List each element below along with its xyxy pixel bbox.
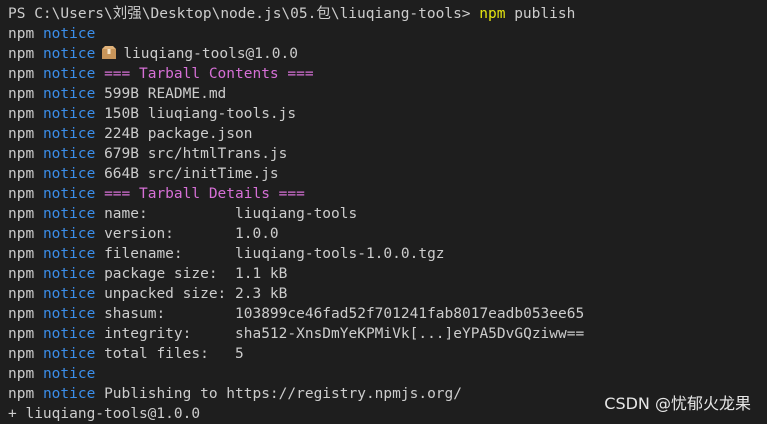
npm-notice-line: npm notice total files: 5 — [8, 344, 767, 364]
npm-notice-line: npm notice filename: liuqiang-tools-1.0.… — [8, 244, 767, 264]
npm-notice-line: npm notice package size: 1.1 kB — [8, 264, 767, 284]
notice-label: notice — [42, 146, 96, 162]
prompt-path: PS C:\Users\刘强\Desktop\node.js\05.包\liuq… — [8, 6, 471, 22]
command-args: publish — [514, 6, 576, 22]
npm-notice-line: npm notice liuqiang-tools@1.0.0 — [8, 44, 767, 64]
notice-label: notice — [42, 286, 96, 302]
npm-label: npm — [8, 166, 35, 182]
npm-notice-line: npm notice — [8, 24, 767, 44]
notice-label: notice — [42, 386, 96, 402]
notice-label: notice — [42, 226, 96, 242]
npm-notice-line: npm notice integrity: sha512-XnsDmYeKPMi… — [8, 324, 767, 344]
npm-label: npm — [8, 46, 35, 62]
notice-label: notice — [42, 326, 96, 342]
npm-label: npm — [8, 106, 35, 122]
npm-label: npm — [8, 346, 35, 362]
npm-label: npm — [8, 66, 35, 82]
npm-notice-line: npm notice === Tarball Details === — [8, 184, 767, 204]
npm-label: npm — [8, 266, 35, 282]
notice-text: 150B liuqiang-tools.js — [104, 106, 297, 122]
terminal-output[interactable]: PS C:\Users\刘强\Desktop\node.js\05.包\liuq… — [8, 4, 767, 424]
notice-text: Publishing to https://registry.npmjs.org… — [104, 386, 462, 402]
notice-text: 679B src/htmlTrans.js — [104, 146, 288, 162]
npm-log: npm notice npm notice liuqiang-tools@1.0.… — [8, 24, 767, 404]
package-icon — [101, 46, 117, 60]
prompt-line: PS C:\Users\刘强\Desktop\node.js\05.包\liuq… — [8, 4, 767, 24]
notice-label: notice — [42, 306, 96, 322]
section-heading: === Tarball Contents === — [104, 66, 314, 82]
npm-notice-line: npm notice 679B src/htmlTrans.js — [8, 144, 767, 164]
npm-label: npm — [8, 226, 35, 242]
notice-label: notice — [42, 186, 96, 202]
npm-notice-line: npm notice shasum: 103899ce46fad52f70124… — [8, 304, 767, 324]
notice-label: notice — [42, 346, 96, 362]
notice-label: notice — [42, 66, 96, 82]
command-name: npm — [479, 6, 506, 22]
notice-text: 599B README.md — [104, 86, 227, 102]
notice-label: notice — [42, 86, 96, 102]
npm-notice-line: npm notice name: liuqiang-tools — [8, 204, 767, 224]
notice-text: liuqiang-tools@1.0.0 — [123, 46, 298, 62]
npm-label: npm — [8, 26, 35, 42]
npm-label: npm — [8, 286, 35, 302]
notice-text: 224B package.json — [104, 126, 253, 142]
npm-notice-line: npm notice 599B README.md — [8, 84, 767, 104]
npm-label: npm — [8, 146, 35, 162]
notice-label: notice — [42, 206, 96, 222]
npm-label: npm — [8, 246, 35, 262]
section-heading: === Tarball Details === — [104, 186, 305, 202]
notice-label: notice — [42, 46, 96, 62]
notice-text: version: 1.0.0 — [104, 226, 279, 242]
notice-label: notice — [42, 126, 96, 142]
npm-notice-line: npm notice 664B src/initTime.js — [8, 164, 767, 184]
npm-label: npm — [8, 186, 35, 202]
notice-text: 664B src/initTime.js — [104, 166, 279, 182]
notice-text: unpacked size: 2.3 kB — [104, 286, 288, 302]
notice-label: notice — [42, 366, 96, 382]
npm-label: npm — [8, 206, 35, 222]
npm-notice-line: npm notice 150B liuqiang-tools.js — [8, 104, 767, 124]
npm-label: npm — [8, 366, 35, 382]
npm-label: npm — [8, 306, 35, 322]
npm-notice-line: npm notice unpacked size: 2.3 kB — [8, 284, 767, 304]
notice-text: shasum: 103899ce46fad52f701241fab8017ead… — [104, 306, 585, 322]
notice-label: notice — [42, 246, 96, 262]
notice-text: package size: 1.1 kB — [104, 266, 288, 282]
npm-notice-line: npm notice — [8, 364, 767, 384]
notice-label: notice — [42, 266, 96, 282]
npm-label: npm — [8, 386, 35, 402]
notice-label: notice — [42, 26, 96, 42]
notice-label: notice — [42, 106, 96, 122]
npm-label: npm — [8, 126, 35, 142]
notice-label: notice — [42, 166, 96, 182]
npm-notice-line: npm notice === Tarball Contents === — [8, 64, 767, 84]
notice-text: integrity: sha512-XnsDmYeKPMiVk[...]eYPA… — [104, 326, 585, 342]
notice-text: filename: liuqiang-tools-1.0.0.tgz — [104, 246, 445, 262]
notice-text: total files: 5 — [104, 346, 244, 362]
notice-text: name: liuqiang-tools — [104, 206, 358, 222]
npm-notice-line: npm notice 224B package.json — [8, 124, 767, 144]
watermark: CSDN @忧郁火龙果 — [604, 394, 751, 413]
npm-label: npm — [8, 326, 35, 342]
npm-notice-line: npm notice version: 1.0.0 — [8, 224, 767, 244]
npm-label: npm — [8, 86, 35, 102]
